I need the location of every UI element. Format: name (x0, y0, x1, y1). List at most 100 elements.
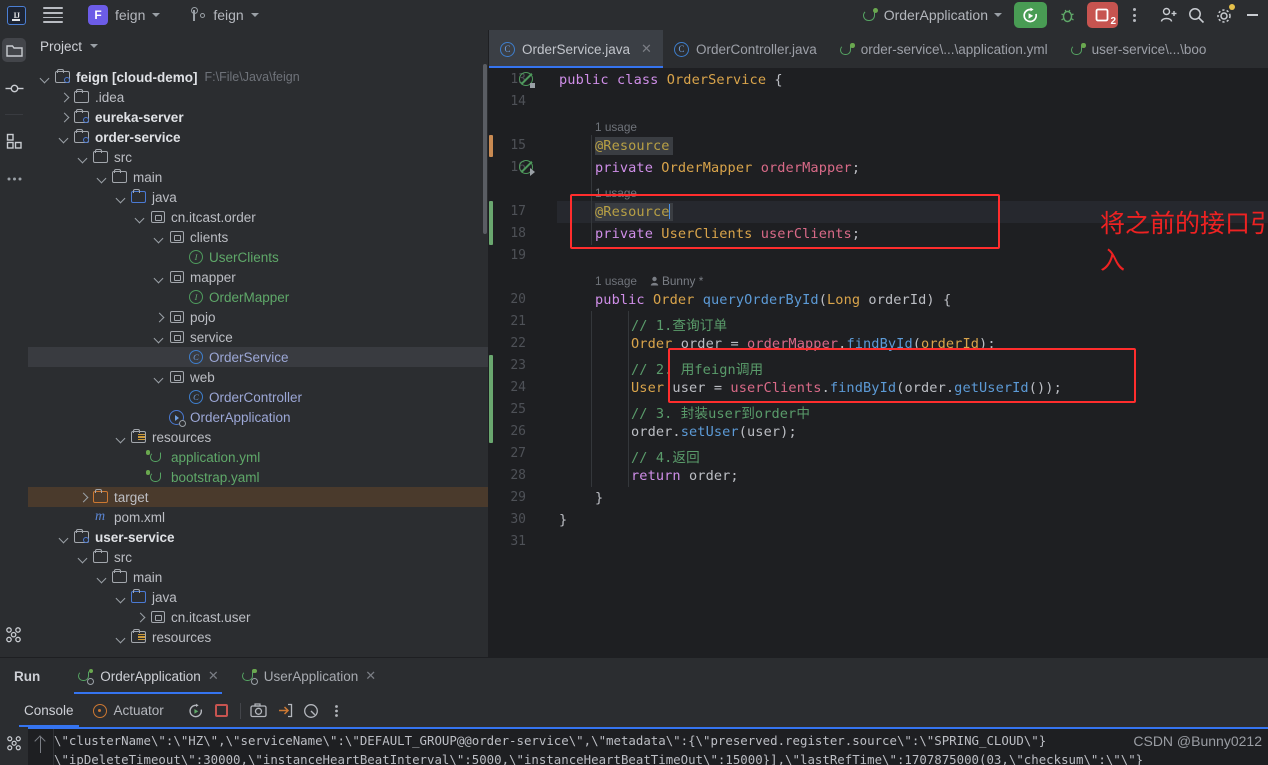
tree-node-orderapplication[interactable]: OrderApplication (28, 407, 488, 427)
add-user-button[interactable] (1154, 2, 1182, 28)
code-line[interactable]: } (559, 512, 567, 528)
code-line[interactable]: @Resource (595, 204, 671, 220)
console-rerun-button[interactable] (183, 699, 209, 723)
console-export-button[interactable] (272, 699, 298, 723)
usage-count-hint[interactable]: 1 usage (595, 186, 637, 200)
tree-toggle-down-icon[interactable] (97, 172, 108, 183)
tree-node-resources[interactable]: resources (28, 427, 488, 447)
tree-node-mapper[interactable]: mapper (28, 267, 488, 287)
tree-node-eureka-server[interactable]: eureka-server (28, 107, 488, 127)
tree-node-pom-xml[interactable]: m pom.xml (28, 507, 488, 527)
inlay-hint[interactable]: 1 usage (595, 120, 637, 134)
code-line[interactable]: // 4.返回 (631, 446, 700, 466)
close-icon[interactable]: ✕ (641, 41, 652, 57)
tree-toggle-down-icon[interactable] (59, 132, 70, 143)
tree-toggle-down-icon[interactable] (116, 432, 127, 443)
tab-actuator[interactable]: Actuator (84, 703, 173, 718)
run-tab-orderapplication[interactable]: OrderApplication ✕ (66, 658, 229, 694)
main-menu-button[interactable] (40, 4, 66, 26)
tree-toggle-down-icon[interactable] (40, 72, 51, 83)
close-icon[interactable]: ✕ (365, 668, 376, 684)
code-content[interactable]: 1 usage 1 usage 1 usage Bunny * public class… (557, 68, 1268, 657)
tree-node-cn-itcast-order[interactable]: cn.itcast.order (28, 207, 488, 227)
tree-toggle-down-icon[interactable] (116, 592, 127, 603)
console-scroll-up-button[interactable] (28, 727, 54, 765)
minimize-button[interactable] (1238, 0, 1266, 30)
tree-node-user-service[interactable]: user-service (28, 527, 488, 547)
settings-button[interactable] (1210, 2, 1238, 28)
code-line[interactable]: private UserClients userClients; (595, 226, 860, 242)
tree-toggle-down-icon[interactable] (116, 632, 127, 643)
tree-node-target[interactable]: target (28, 487, 488, 507)
chevron-down-icon[interactable] (90, 44, 99, 48)
run-tab-userapplication[interactable]: UserApplication ✕ (230, 658, 387, 694)
author-hint[interactable]: Bunny * (650, 274, 703, 288)
tree-node-web[interactable]: web (28, 367, 488, 387)
tree-node-resources[interactable]: resources (28, 627, 488, 647)
console-output-area[interactable]: \"clusterName\":\"HZ\",\"serviceName\":\… (0, 727, 1268, 765)
sidebar-item-services[interactable] (2, 623, 26, 647)
tree-toggle-down-icon[interactable] (116, 192, 127, 203)
tree-node-service[interactable]: service (28, 327, 488, 347)
code-line[interactable]: // 1.查询订单 (631, 314, 727, 334)
run-configuration-selector[interactable]: OrderApplication (857, 3, 1008, 27)
tree-toggle-down-icon[interactable] (97, 572, 108, 583)
debug-button[interactable] (1054, 2, 1080, 28)
navigate-gutter-icon[interactable] (519, 160, 535, 176)
editor-gutter[interactable]: 13 14 15 16 17 18 19 20 21 22 23 24 25 26 27 28 29 30 31 (489, 68, 557, 657)
stop-button[interactable]: 2 (1087, 2, 1118, 28)
tree-node-java[interactable]: java (28, 187, 488, 207)
code-line[interactable]: // 2. 用feign调用 (631, 358, 763, 378)
tree-toggle-right-icon[interactable] (154, 312, 165, 323)
tree-node-ordermapper[interactable]: I OrderMapper (28, 287, 488, 307)
tree-node-src[interactable]: src (28, 147, 488, 167)
code-line[interactable]: public class OrderService { (559, 72, 783, 88)
tree-toggle-right-icon[interactable] (135, 612, 146, 623)
tree-node-clients[interactable]: clients (28, 227, 488, 247)
tree-toggle-down-icon[interactable] (154, 272, 165, 283)
tree-node-main[interactable]: main (28, 567, 488, 587)
tree-node-java[interactable]: java (28, 587, 488, 607)
code-line[interactable]: // 3. 封装user到order中 (631, 402, 810, 422)
code-editor[interactable]: 13 14 15 16 17 18 19 20 21 22 23 24 25 26 27 28 29 30 31 1… (489, 68, 1268, 657)
editor-tab-order-service-application-yml[interactable]: order-service\...\application.yml (828, 30, 1059, 68)
tree-toggle-down-icon[interactable] (59, 532, 70, 543)
tree-node-bootstrap-yaml[interactable]: bootstrap.yaml (28, 467, 488, 487)
tree-toggle-down-icon[interactable] (78, 152, 89, 163)
inlay-hint[interactable]: 1 usage (595, 186, 637, 200)
console-screenshot-button[interactable] (246, 699, 272, 723)
usage-count-hint[interactable]: 1 usage (595, 120, 637, 134)
tree-node-src[interactable]: src (28, 547, 488, 567)
code-line[interactable]: User user = userClients.findById(order.g… (631, 380, 1062, 396)
vcs-branch-selector[interactable]: feign (187, 4, 262, 26)
code-line[interactable]: } (595, 490, 603, 506)
tree-node-ordercontroller[interactable]: C OrderController (28, 387, 488, 407)
project-selector[interactable]: F feign (83, 4, 165, 26)
tree-node-pojo[interactable]: pojo (28, 307, 488, 327)
rerun-button[interactable] (1014, 2, 1047, 28)
vcs-change-marker[interactable] (489, 355, 493, 443)
bean-gutter-icon[interactable] (519, 72, 535, 88)
tree-node-orderservice[interactable]: C OrderService (28, 347, 488, 367)
code-line[interactable]: order.setUser(user); (631, 424, 797, 440)
sidebar-item-more[interactable] (2, 167, 26, 191)
sidebar-item-project[interactable] (2, 38, 26, 62)
close-icon[interactable]: ✕ (208, 668, 219, 684)
search-button[interactable] (1182, 2, 1210, 28)
console-gauge-button[interactable] (298, 699, 324, 723)
tree-toggle-down-icon[interactable] (154, 232, 165, 243)
vcs-change-marker[interactable] (489, 135, 493, 157)
code-line[interactable]: public Order queryOrderById(Long orderId… (595, 292, 951, 308)
console-stop-button[interactable] (209, 699, 235, 723)
code-line[interactable]: Order order = orderMapper.findById(order… (631, 336, 996, 352)
editor-tab-ordercontroller-java[interactable]: C OrderController.java (663, 30, 828, 68)
inlay-hint[interactable]: 1 usage Bunny * (595, 274, 703, 288)
usage-count-hint[interactable]: 1 usage (595, 274, 637, 288)
tree-node-order-service[interactable]: order-service (28, 127, 488, 147)
tree-node-application-yml[interactable]: application.yml (28, 447, 488, 467)
tree-toggle-right-icon[interactable] (59, 92, 70, 103)
tree-node-feign-cloud-demo-[interactable]: feign [cloud-demo] F:\File\Java\feign (28, 67, 488, 87)
editor-tab-orderservice-java[interactable]: C OrderService.java ✕ (489, 30, 663, 68)
more-actions-button[interactable] (1124, 2, 1144, 28)
project-tree[interactable]: feign [cloud-demo] F:\File\Java\feign .ide… (28, 62, 488, 657)
